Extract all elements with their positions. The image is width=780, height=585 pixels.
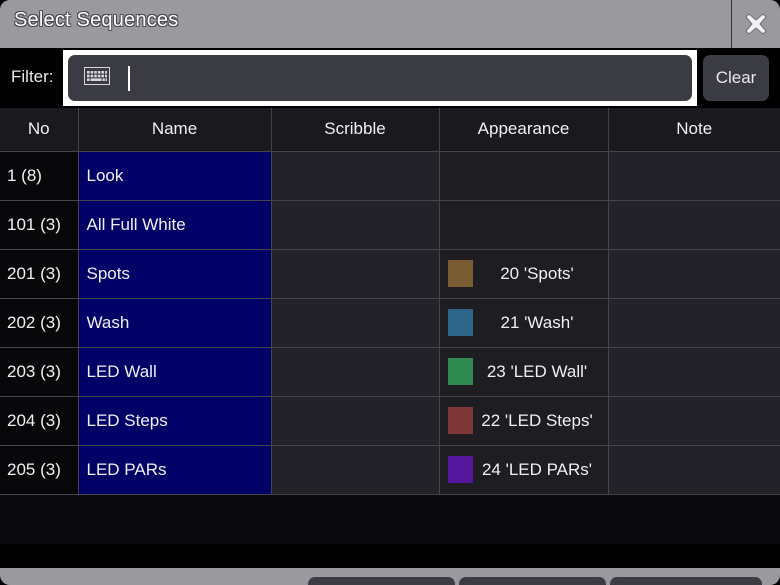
appearance-color-swatch (448, 456, 473, 483)
table-row[interactable]: 202 (3)Wash 21 'Wash' (0, 298, 780, 347)
table-row[interactable]: 101 (3)All Full White (0, 200, 780, 249)
cell-appearance[interactable]: 24 'LED PARs' (439, 445, 608, 494)
appearance-label: 21 'Wash' (473, 313, 608, 333)
appearance-content: 20 'Spots' (440, 250, 608, 298)
dialog-body: Filter: (0, 48, 780, 568)
cell-no[interactable]: 205 (3) (0, 445, 78, 494)
appearance-content: 21 'Wash' (440, 299, 608, 347)
cell-note[interactable] (608, 298, 780, 347)
cell-name[interactable]: LED Wall (78, 347, 271, 396)
cell-name[interactable]: LED PARs (78, 445, 271, 494)
appearance-color-swatch (448, 309, 473, 336)
cell-note[interactable] (608, 249, 780, 298)
cell-note[interactable] (608, 445, 780, 494)
appearance-content (440, 201, 608, 249)
table-row[interactable]: 205 (3)LED PARs 24 'LED PARs' (0, 445, 780, 494)
table-header-row: No Name Scribble Appearance Note (0, 108, 780, 151)
cell-note[interactable] (608, 396, 780, 445)
cell-appearance[interactable]: 22 'LED Steps' (439, 396, 608, 445)
select-all-button[interactable]: Select All (459, 577, 606, 585)
close-x-icon (741, 9, 771, 39)
filter-label: Filter: (11, 67, 54, 87)
column-header-no[interactable]: No (0, 108, 78, 151)
table-row[interactable]: 201 (3)Spots 20 'Spots' (0, 249, 780, 298)
filter-input[interactable] (68, 55, 692, 101)
close-button[interactable] (732, 0, 780, 48)
dialog-footer-spacer (0, 544, 780, 568)
filter-row: Filter: (0, 48, 780, 108)
column-header-scribble[interactable]: Scribble (271, 108, 439, 151)
appearance-content (440, 152, 608, 200)
column-header-appearance[interactable]: Appearance (439, 108, 608, 151)
cell-scribble[interactable] (271, 445, 439, 494)
select-none-button[interactable]: Select None (308, 577, 455, 585)
cell-no[interactable]: 101 (3) (0, 200, 78, 249)
clear-button[interactable]: Clear (703, 55, 769, 101)
cell-no[interactable]: 203 (3) (0, 347, 78, 396)
column-header-note[interactable]: Note (608, 108, 780, 151)
cell-no[interactable]: 204 (3) (0, 396, 78, 445)
select-sequences-window: Select Sequences Filter: (0, 0, 780, 585)
column-header-name[interactable]: Name (78, 108, 271, 151)
table-row[interactable]: 203 (3)LED Wall 23 'LED Wall' (0, 347, 780, 396)
cell-note[interactable] (608, 151, 780, 200)
cell-scribble[interactable] (271, 151, 439, 200)
text-caret (128, 66, 130, 91)
cell-name[interactable]: LED Steps (78, 396, 271, 445)
table-row[interactable]: 1 (8)Look (0, 151, 780, 200)
appearance-color-swatch (448, 407, 473, 434)
cell-scribble[interactable] (271, 249, 439, 298)
select-button[interactable]: Select (610, 577, 762, 585)
cell-appearance[interactable]: 23 'LED Wall' (439, 347, 608, 396)
appearance-label: 22 'LED Steps' (473, 411, 608, 431)
cell-appearance[interactable]: 20 'Spots' (439, 249, 608, 298)
cell-name[interactable]: All Full White (78, 200, 271, 249)
cell-name[interactable]: Spots (78, 249, 271, 298)
appearance-content: 23 'LED Wall' (440, 348, 608, 396)
appearance-label: 24 'LED PARs' (473, 460, 608, 480)
cell-scribble[interactable] (271, 298, 439, 347)
table-row[interactable]: 204 (3)LED Steps 22 'LED Steps' (0, 396, 780, 445)
window-title: Select Sequences (14, 9, 178, 32)
cell-no[interactable]: 202 (3) (0, 298, 78, 347)
appearance-label: 20 'Spots' (473, 264, 608, 284)
appearance-color-swatch (448, 358, 473, 385)
cell-scribble[interactable] (271, 347, 439, 396)
cell-name[interactable]: Look (78, 151, 271, 200)
cell-scribble[interactable] (271, 200, 439, 249)
sequences-table-container: No Name Scribble Appearance Note 1 (8)Lo… (0, 108, 780, 544)
appearance-color-swatch (448, 260, 473, 287)
cell-note[interactable] (608, 200, 780, 249)
cell-no[interactable]: 201 (3) (0, 249, 78, 298)
sequences-table: No Name Scribble Appearance Note 1 (8)Lo… (0, 108, 780, 495)
window-titlebar[interactable]: Select Sequences (0, 0, 780, 48)
cell-scribble[interactable] (271, 396, 439, 445)
cell-appearance[interactable]: 21 'Wash' (439, 298, 608, 347)
appearance-content: 24 'LED PARs' (440, 446, 608, 494)
cell-name[interactable]: Wash (78, 298, 271, 347)
sequences-table-body: 1 (8)Look101 (3)All Full White201 (3)Spo… (0, 151, 780, 494)
cell-appearance[interactable] (439, 200, 608, 249)
cell-appearance[interactable] (439, 151, 608, 200)
cell-no[interactable]: 1 (8) (0, 151, 78, 200)
appearance-content: 22 'LED Steps' (440, 397, 608, 445)
cell-note[interactable] (608, 347, 780, 396)
keyboard-icon (84, 67, 110, 90)
appearance-label: 23 'LED Wall' (473, 362, 608, 382)
